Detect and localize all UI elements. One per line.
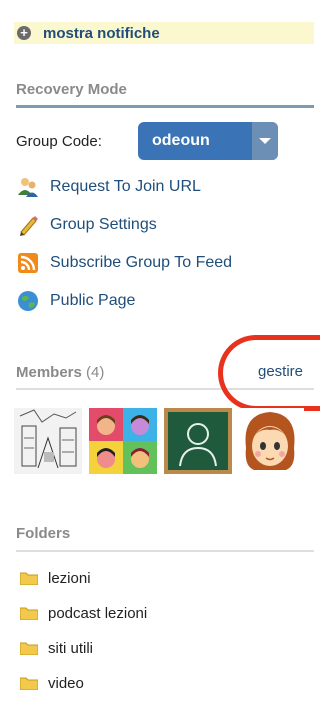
pencil-icon [16,213,40,237]
members-title: Members [16,364,82,381]
member-avatar[interactable] [89,408,157,474]
folder-label: video [48,674,84,692]
globe-icon [16,289,40,313]
folder-item[interactable]: siti utili [20,638,93,658]
link-label: Group Settings [50,216,157,233]
recovery-divider [16,105,314,108]
group-code-value: odeoun [152,132,210,149]
folder-icon [20,607,38,620]
notifications-bar[interactable]: + mostra notifiche [14,22,314,44]
folder-icon [20,572,38,585]
recovery-mode-heading: Recovery Mode [16,81,127,98]
chevron-down-icon[interactable] [252,122,278,160]
group-code-label: Group Code: [16,133,102,150]
members-count: (4) [86,364,105,381]
folder-item[interactable]: podcast lezioni [20,603,147,623]
folder-label: lezioni [48,569,91,587]
manage-members-link[interactable]: gestire [258,363,303,380]
folder-icon [20,642,38,655]
public-page-link[interactable]: Public Page [16,289,135,313]
link-label: Public Page [50,292,136,309]
link-label: Subscribe Group To Feed [50,254,233,271]
rss-feed-icon [16,251,40,275]
show-notifications-link[interactable]: mostra notifiche [43,25,160,42]
plus-icon[interactable]: + [17,26,31,40]
folders-heading: Folders [16,525,71,542]
members-heading: Members (4) [16,364,104,381]
group-code-select[interactable]: odeoun [138,122,278,160]
folders-divider [16,550,314,552]
subscribe-feed-link[interactable]: Subscribe Group To Feed [16,251,232,275]
request-join-icon [16,175,40,199]
folder-label: podcast lezioni [48,604,148,622]
folder-label: siti utili [48,639,94,657]
folder-icon [20,677,38,690]
member-avatar[interactable] [14,408,82,474]
folder-item[interactable]: video [20,673,84,693]
member-avatar[interactable] [236,408,304,474]
request-join-url-link[interactable]: Request To Join URL [16,175,201,199]
link-label: Request To Join URL [50,178,201,195]
folder-item[interactable]: lezioni [20,568,91,588]
member-avatar[interactable] [164,408,232,474]
group-settings-link[interactable]: Group Settings [16,213,157,237]
